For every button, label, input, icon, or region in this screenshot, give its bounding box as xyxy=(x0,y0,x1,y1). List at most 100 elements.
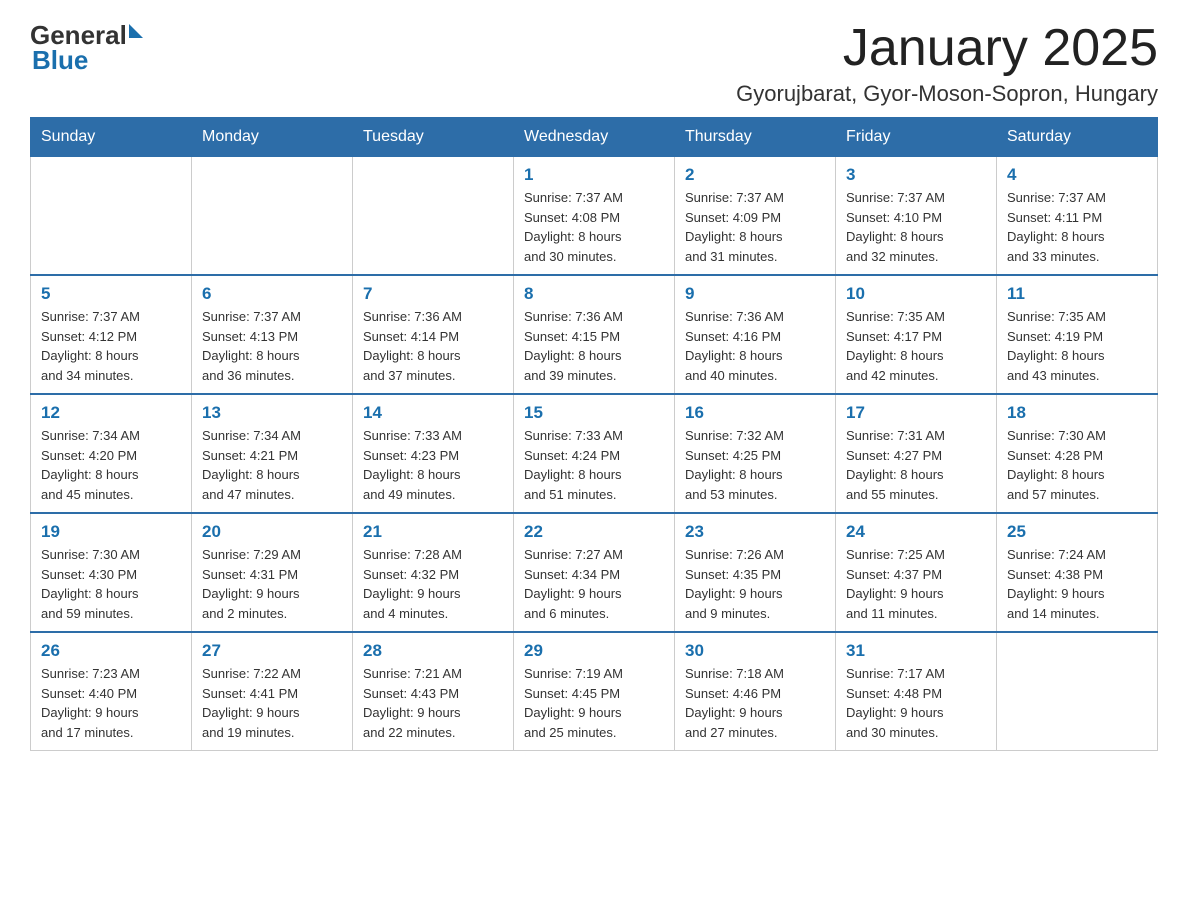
day-info: Sunrise: 7:30 AM Sunset: 4:28 PM Dayligh… xyxy=(1007,426,1147,504)
calendar-cell: 20Sunrise: 7:29 AM Sunset: 4:31 PM Dayli… xyxy=(192,513,353,632)
day-number: 13 xyxy=(202,403,342,423)
calendar-cell xyxy=(31,157,192,276)
day-number: 23 xyxy=(685,522,825,542)
calendar-cell: 14 Sunrise: 7:33 AM Sunset: 4:23 PM Dayli… xyxy=(353,394,514,513)
calendar-cell: 8Sunrise: 7:36 AM Sunset: 4:15 PM Daylig… xyxy=(514,275,675,394)
day-info: Sunrise: 7:37 AM Sunset: 4:11 PM Dayligh… xyxy=(1007,188,1147,266)
day-info: Sunrise: 7:27 AM Sunset: 4:34 PM Dayligh… xyxy=(524,545,664,623)
day-number: 9 xyxy=(685,284,825,304)
day-info: Sunrise: 7:18 AM Sunset: 4:46 PM Dayligh… xyxy=(685,664,825,742)
day-number: 16 xyxy=(685,403,825,423)
location-title: Gyorujbarat, Gyor-Moson-Sopron, Hungary xyxy=(736,81,1158,107)
calendar-cell: 21 Sunrise: 7:28 AM Sunset: 4:32 PM Dayli… xyxy=(353,513,514,632)
day-info: Sunrise: 7:32 AM Sunset: 4:25 PM Dayligh… xyxy=(685,426,825,504)
page-header: General Blue January 2025 Gyorujbarat, G… xyxy=(30,20,1158,107)
day-number: 25 xyxy=(1007,522,1147,542)
day-number: 30 xyxy=(685,641,825,661)
day-number: 18 xyxy=(1007,403,1147,423)
day-number: 19 xyxy=(41,522,181,542)
calendar-cell: 27 Sunrise: 7:22 AM Sunset: 4:41 PM Dayli… xyxy=(192,632,353,751)
day-info: Sunrise: 7:25 AM Sunset: 4:37 PM Dayligh… xyxy=(846,545,986,623)
day-info: Sunrise: 7:26 AM Sunset: 4:35 PM Dayligh… xyxy=(685,545,825,623)
day-info: Sunrise: 7:34 AM Sunset: 4:21 PM Dayligh… xyxy=(202,426,342,504)
day-info: Sunrise: 7:28 AM Sunset: 4:32 PM Dayligh… xyxy=(363,545,503,623)
column-header-wednesday: Wednesday xyxy=(514,118,675,157)
day-info: Sunrise: 7:37 AM Sunset: 4:09 PM Dayligh… xyxy=(685,188,825,266)
calendar-cell: 18 Sunrise: 7:30 AM Sunset: 4:28 PM Dayli… xyxy=(997,394,1158,513)
calendar-table: SundayMondayTuesdayWednesdayThursdayFrid… xyxy=(30,117,1158,751)
day-info: Sunrise: 7:17 AM Sunset: 4:48 PM Dayligh… xyxy=(846,664,986,742)
day-info: Sunrise: 7:23 AM Sunset: 4:40 PM Dayligh… xyxy=(41,664,181,742)
calendar-cell: 31 Sunrise: 7:17 AM Sunset: 4:48 PM Dayli… xyxy=(836,632,997,751)
day-number: 1 xyxy=(524,165,664,185)
day-info: Sunrise: 7:33 AM Sunset: 4:23 PM Dayligh… xyxy=(363,426,503,504)
calendar-cell: 12 Sunrise: 7:34 AM Sunset: 4:20 PM Dayli… xyxy=(31,394,192,513)
column-header-monday: Monday xyxy=(192,118,353,157)
day-number: 22 xyxy=(524,522,664,542)
day-number: 21 xyxy=(363,522,503,542)
day-number: 17 xyxy=(846,403,986,423)
calendar-cell: 5 Sunrise: 7:37 AM Sunset: 4:12 PM Daylig… xyxy=(31,275,192,394)
column-header-sunday: Sunday xyxy=(31,118,192,157)
calendar-cell: 7 Sunrise: 7:36 AM Sunset: 4:14 PM Daylig… xyxy=(353,275,514,394)
logo-arrow-icon xyxy=(129,24,143,38)
day-number: 15 xyxy=(524,403,664,423)
day-info: Sunrise: 7:35 AM Sunset: 4:17 PM Dayligh… xyxy=(846,307,986,385)
calendar-cell: 30 Sunrise: 7:18 AM Sunset: 4:46 PM Dayli… xyxy=(675,632,836,751)
day-number: 11 xyxy=(1007,284,1147,304)
calendar-cell: 9 Sunrise: 7:36 AM Sunset: 4:16 PM Daylig… xyxy=(675,275,836,394)
day-number: 7 xyxy=(363,284,503,304)
day-number: 8 xyxy=(524,284,664,304)
day-info: Sunrise: 7:37 AM Sunset: 4:08 PM Dayligh… xyxy=(524,188,664,266)
calendar-week-row: 26 Sunrise: 7:23 AM Sunset: 4:40 PM Dayli… xyxy=(31,632,1158,751)
day-info: Sunrise: 7:36 AM Sunset: 4:14 PM Dayligh… xyxy=(363,307,503,385)
calendar-cell xyxy=(997,632,1158,751)
calendar-cell: 4 Sunrise: 7:37 AM Sunset: 4:11 PM Daylig… xyxy=(997,157,1158,276)
day-number: 2 xyxy=(685,165,825,185)
day-info: Sunrise: 7:36 AM Sunset: 4:16 PM Dayligh… xyxy=(685,307,825,385)
day-info: Sunrise: 7:22 AM Sunset: 4:41 PM Dayligh… xyxy=(202,664,342,742)
day-info: Sunrise: 7:33 AM Sunset: 4:24 PM Dayligh… xyxy=(524,426,664,504)
calendar-cell: 2 Sunrise: 7:37 AM Sunset: 4:09 PM Daylig… xyxy=(675,157,836,276)
column-header-saturday: Saturday xyxy=(997,118,1158,157)
month-title: January 2025 xyxy=(736,20,1158,77)
column-header-tuesday: Tuesday xyxy=(353,118,514,157)
calendar-header-row: SundayMondayTuesdayWednesdayThursdayFrid… xyxy=(31,118,1158,157)
day-number: 29 xyxy=(524,641,664,661)
day-info: Sunrise: 7:31 AM Sunset: 4:27 PM Dayligh… xyxy=(846,426,986,504)
calendar-cell xyxy=(353,157,514,276)
day-number: 14 xyxy=(363,403,503,423)
calendar-cell: 6 Sunrise: 7:37 AM Sunset: 4:13 PM Daylig… xyxy=(192,275,353,394)
calendar-cell: 1 Sunrise: 7:37 AM Sunset: 4:08 PM Daylig… xyxy=(514,157,675,276)
calendar-cell xyxy=(192,157,353,276)
day-info: Sunrise: 7:19 AM Sunset: 4:45 PM Dayligh… xyxy=(524,664,664,742)
calendar-cell: 19Sunrise: 7:30 AM Sunset: 4:30 PM Dayli… xyxy=(31,513,192,632)
day-info: Sunrise: 7:24 AM Sunset: 4:38 PM Dayligh… xyxy=(1007,545,1147,623)
day-number: 26 xyxy=(41,641,181,661)
calendar-cell: 22 Sunrise: 7:27 AM Sunset: 4:34 PM Dayli… xyxy=(514,513,675,632)
day-number: 24 xyxy=(846,522,986,542)
calendar-cell: 24 Sunrise: 7:25 AM Sunset: 4:37 PM Dayli… xyxy=(836,513,997,632)
calendar-cell: 23 Sunrise: 7:26 AM Sunset: 4:35 PM Dayli… xyxy=(675,513,836,632)
day-number: 28 xyxy=(363,641,503,661)
calendar-cell: 10Sunrise: 7:35 AM Sunset: 4:17 PM Dayli… xyxy=(836,275,997,394)
day-info: Sunrise: 7:37 AM Sunset: 4:10 PM Dayligh… xyxy=(846,188,986,266)
calendar-cell: 26 Sunrise: 7:23 AM Sunset: 4:40 PM Dayli… xyxy=(31,632,192,751)
day-info: Sunrise: 7:37 AM Sunset: 4:12 PM Dayligh… xyxy=(41,307,181,385)
calendar-cell: 15 Sunrise: 7:33 AM Sunset: 4:24 PM Dayli… xyxy=(514,394,675,513)
day-info: Sunrise: 7:37 AM Sunset: 4:13 PM Dayligh… xyxy=(202,307,342,385)
day-info: Sunrise: 7:35 AM Sunset: 4:19 PM Dayligh… xyxy=(1007,307,1147,385)
day-number: 12 xyxy=(41,403,181,423)
day-info: Sunrise: 7:34 AM Sunset: 4:20 PM Dayligh… xyxy=(41,426,181,504)
day-number: 4 xyxy=(1007,165,1147,185)
column-header-thursday: Thursday xyxy=(675,118,836,157)
day-number: 31 xyxy=(846,641,986,661)
day-number: 27 xyxy=(202,641,342,661)
day-number: 6 xyxy=(202,284,342,304)
calendar-cell: 16 Sunrise: 7:32 AM Sunset: 4:25 PM Dayli… xyxy=(675,394,836,513)
day-number: 5 xyxy=(41,284,181,304)
calendar-cell: 17 Sunrise: 7:31 AM Sunset: 4:27 PM Dayli… xyxy=(836,394,997,513)
calendar-week-row: 12 Sunrise: 7:34 AM Sunset: 4:20 PM Dayli… xyxy=(31,394,1158,513)
calendar-week-row: 1 Sunrise: 7:37 AM Sunset: 4:08 PM Daylig… xyxy=(31,157,1158,276)
title-area: January 2025 Gyorujbarat, Gyor-Moson-Sop… xyxy=(736,20,1158,107)
